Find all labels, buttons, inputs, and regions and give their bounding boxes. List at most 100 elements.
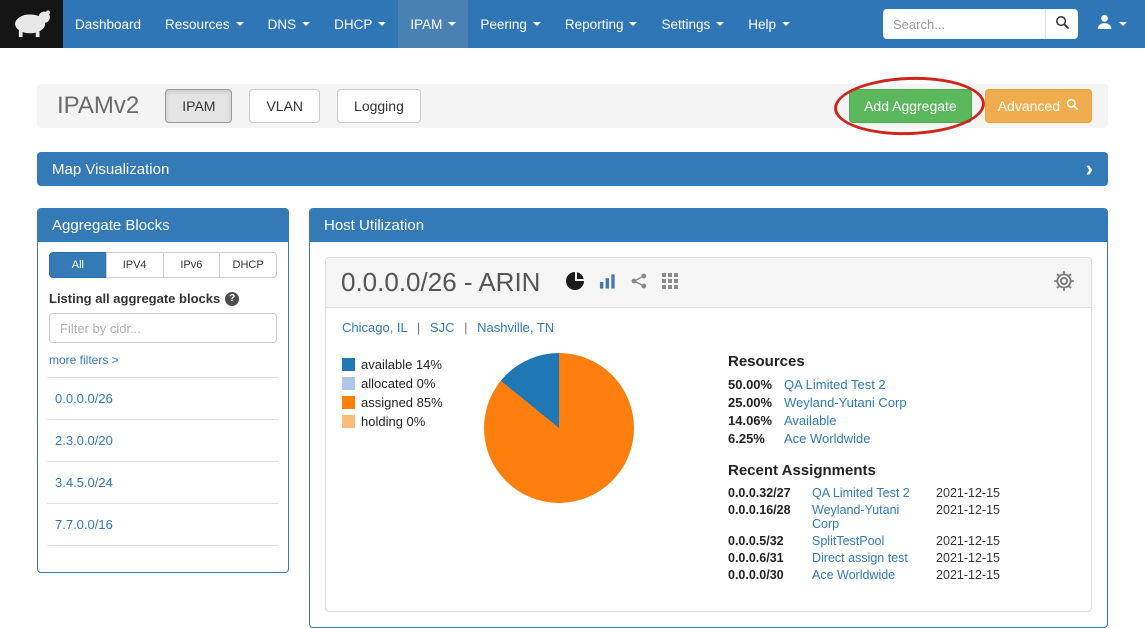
host-utilization-header: Host Utilization xyxy=(310,209,1107,242)
resource-link[interactable]: QA Limited Test 2 xyxy=(784,377,886,392)
legend-label: assigned 85% xyxy=(361,395,443,410)
utilization-content: available 14% allocated 0% assigned 85% … xyxy=(326,335,1091,611)
assignment-link[interactable]: Ace Worldwide xyxy=(812,568,928,582)
filter-tab-all[interactable]: All xyxy=(49,252,107,278)
assignment-cidr: 0.0.0.0/30 xyxy=(728,568,812,582)
list-item[interactable]: 7.7.0.0/16 xyxy=(47,503,279,545)
block-title: 0.0.0.0/26 - ARIN xyxy=(341,267,540,298)
assignment-row: 0.0.0.32/27QA Limited Test 2 2021-12-15 xyxy=(728,486,1000,500)
assignment-date: 2021-12-15 xyxy=(936,503,1000,517)
main-nav: Dashboard Resources DNS DHCP IPAM Peerin… xyxy=(63,0,802,48)
search-button[interactable] xyxy=(1045,9,1078,39)
assignment-date: 2021-12-15 xyxy=(936,486,1000,500)
nav-item-dns[interactable]: DNS xyxy=(256,0,323,48)
assignment-link[interactable]: Direct assign test xyxy=(812,551,928,565)
chevron-down-icon xyxy=(1119,22,1127,26)
nav-label: DNS xyxy=(268,17,297,32)
legend-label: allocated 0% xyxy=(361,376,435,391)
tab-logging[interactable]: Logging xyxy=(337,89,421,123)
breadcrumb-link[interactable]: Chicago, IL xyxy=(342,320,407,335)
list-item[interactable]: 3.4.5.0/24 xyxy=(47,461,279,503)
search-input[interactable] xyxy=(883,9,1045,39)
assignment-cidr: 0.0.0.16/28 xyxy=(728,503,812,517)
nav-item-ipam[interactable]: IPAM xyxy=(398,0,468,48)
tab-ipam[interactable]: IPAM xyxy=(165,89,232,123)
app-logo[interactable] xyxy=(0,0,63,48)
block-link[interactable]: 0.0.0.0/26 xyxy=(55,391,113,406)
nav-item-dashboard[interactable]: Dashboard xyxy=(63,0,153,48)
list-item-partial[interactable] xyxy=(47,545,279,572)
resource-percent: 25.00% xyxy=(728,395,784,410)
assignment-link[interactable]: Weyland-Yutani Corp xyxy=(812,503,928,531)
legend-item: holding 0% xyxy=(342,414,484,429)
more-filters-link[interactable]: more filters > xyxy=(49,353,119,367)
listing-label-row: Listing all aggregate blocks ? xyxy=(49,291,277,306)
block-link[interactable]: 3.4.5.0/24 xyxy=(55,475,113,490)
add-aggregate-button[interactable]: Add Aggregate xyxy=(849,89,972,123)
list-item[interactable]: 2.3.0.0/20 xyxy=(47,419,279,461)
nav-item-peering[interactable]: Peering xyxy=(468,0,553,48)
chevron-down-icon xyxy=(302,22,310,26)
breadcrumb-link[interactable]: SJC xyxy=(430,320,455,335)
resource-link[interactable]: Weyland-Yutani Corp xyxy=(784,395,907,410)
assignment-link[interactable]: SplitTestPool xyxy=(812,534,928,548)
assignment-row: 0.0.0.16/28Weyland-Yutani Corp 2021-12-15 xyxy=(728,503,1000,531)
filter-tab-dhcp[interactable]: DHCP xyxy=(219,252,277,278)
legend-swatch xyxy=(342,396,355,409)
resource-link[interactable]: Available xyxy=(784,413,837,428)
tab-vlan[interactable]: VLAN xyxy=(249,89,320,123)
chevron-down-icon xyxy=(378,22,386,26)
header-actions: Add Aggregate Advanced xyxy=(849,89,1092,123)
chevron-down-icon xyxy=(629,22,637,26)
nav-item-reporting[interactable]: Reporting xyxy=(553,0,650,48)
block-link[interactable]: 2.3.0.0/20 xyxy=(55,433,113,448)
legend-item: available 14% xyxy=(342,357,484,372)
pie-chart xyxy=(484,353,634,503)
cidr-filter-input[interactable] xyxy=(49,313,277,343)
list-item[interactable]: 0.0.0.0/26 xyxy=(47,377,279,419)
assignment-date: 2021-12-15 xyxy=(936,534,1000,548)
assignment-row: 0.0.0.6/31Direct assign test2021-12-15 xyxy=(728,551,1000,565)
search-icon xyxy=(1055,15,1070,33)
recent-assignments-title: Recent Assignments xyxy=(728,462,1000,479)
filter-tab-ipv6[interactable]: IPv6 xyxy=(163,252,221,278)
legend-label: available 14% xyxy=(361,357,442,372)
nav-item-dhcp[interactable]: DHCP xyxy=(322,0,398,48)
pie-chart-icon xyxy=(566,272,584,293)
breadcrumb-link[interactable]: Nashville, TN xyxy=(477,320,554,335)
filter-tab-ipv4[interactable]: IPV4 xyxy=(106,252,164,278)
nav-item-help[interactable]: Help xyxy=(736,0,802,48)
breadcrumb: Chicago, IL | SJC | Nashville, TN xyxy=(326,308,1091,335)
resource-percent: 14.06% xyxy=(728,413,784,428)
nav-label: Reporting xyxy=(565,17,624,32)
search-icon xyxy=(1066,98,1079,114)
pie-view-button[interactable] xyxy=(566,272,584,293)
legend-item: allocated 0% xyxy=(342,376,484,391)
aggregate-blocks-body: All IPV4 IPv6 DHCP Listing all aggregate… xyxy=(38,242,288,572)
resource-link[interactable]: Ace Worldwide xyxy=(784,431,870,446)
settings-gear-button[interactable] xyxy=(1052,269,1076,296)
share-button[interactable] xyxy=(631,273,647,292)
help-icon[interactable]: ? xyxy=(225,292,239,306)
assignment-link[interactable]: QA Limited Test 2 xyxy=(812,486,928,500)
chevron-down-icon xyxy=(533,22,541,26)
pie-legend: available 14% allocated 0% assigned 85% … xyxy=(342,353,484,585)
advanced-button[interactable]: Advanced xyxy=(985,89,1092,123)
host-utilization-panel: Host Utilization 0.0.0.0/26 - ARIN xyxy=(309,208,1108,628)
grid-view-button[interactable] xyxy=(662,273,678,292)
block-detail-header: 0.0.0.0/26 - ARIN xyxy=(326,258,1091,308)
chevron-right-icon[interactable]: › xyxy=(1086,158,1093,180)
nav-label: Dashboard xyxy=(75,17,141,32)
nav-item-settings[interactable]: Settings xyxy=(649,0,736,48)
map-visualization-bar[interactable]: Map Visualization › xyxy=(37,152,1108,186)
nav-item-resources[interactable]: Resources xyxy=(153,0,256,48)
bar-chart-icon xyxy=(599,273,616,292)
page-container: IPAMv2 IPAM VLAN Logging Add Aggregate A… xyxy=(0,84,1145,628)
assignment-cidr: 0.0.0.32/27 xyxy=(728,486,812,500)
resource-percent: 6.25% xyxy=(728,431,784,446)
legend-swatch xyxy=(342,377,355,390)
bar-view-button[interactable] xyxy=(599,273,616,292)
aggregate-blocks-panel: Aggregate Blocks All IPV4 IPv6 DHCP List… xyxy=(37,208,289,573)
block-link[interactable]: 7.7.0.0/16 xyxy=(55,517,113,532)
user-menu[interactable] xyxy=(1078,13,1135,35)
